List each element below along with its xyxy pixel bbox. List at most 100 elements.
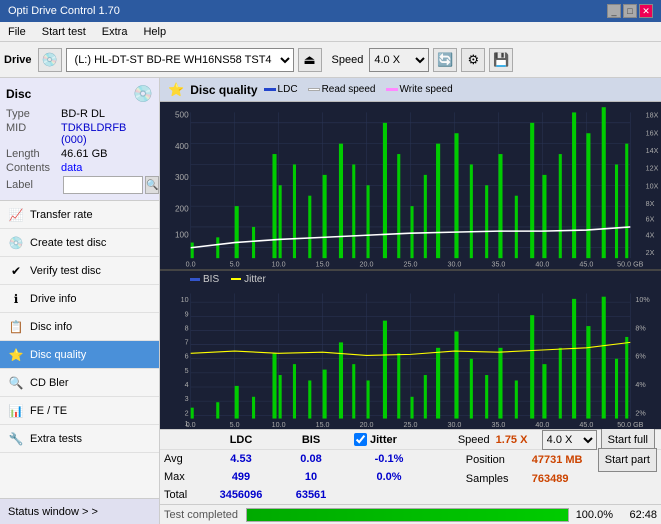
- minimize-button[interactable]: _: [607, 4, 621, 18]
- speed-label: Speed: [458, 434, 490, 446]
- app-title: Opti Drive Control 1.70: [8, 5, 120, 17]
- svg-text:5.0: 5.0: [230, 259, 240, 268]
- read-speed-legend-label: Read speed: [322, 84, 376, 95]
- sidebar-item-label: Verify test disc: [30, 265, 101, 277]
- refresh-button[interactable]: 🔄: [433, 48, 457, 72]
- stats-data-rows: Avg 4.53 0.08 -0.1% Max 499 10 0.0% To: [160, 450, 661, 504]
- total-row: Total 3456096 63561: [160, 486, 428, 504]
- chart2-header: BIS Jitter: [160, 270, 661, 288]
- svg-text:35.0: 35.0: [491, 420, 505, 429]
- jitter-legend-color: [231, 278, 241, 280]
- label-input[interactable]: [63, 176, 143, 194]
- svg-text:50.0 GB: 50.0 GB: [617, 420, 643, 429]
- maximize-button[interactable]: □: [623, 4, 637, 18]
- mid-value: TDKBLDRFB (000): [61, 122, 153, 146]
- svg-text:25.0: 25.0: [404, 259, 418, 268]
- svg-text:30.0: 30.0: [448, 420, 462, 429]
- svg-text:4%: 4%: [635, 379, 646, 388]
- sidebar-item-verify-test-disc[interactable]: ✔ Verify test disc: [0, 257, 159, 285]
- save-button[interactable]: 💾: [489, 48, 513, 72]
- sidebar-item-label: Disc info: [30, 321, 72, 333]
- sidebar-item-fe-te[interactable]: 📊 FE / TE: [0, 397, 159, 425]
- start-part-button[interactable]: Start part: [598, 448, 657, 472]
- status-window[interactable]: Status window > >: [0, 498, 159, 524]
- svg-text:10: 10: [181, 295, 189, 304]
- transfer-rate-icon: 📈: [8, 207, 24, 223]
- sidebar-item-disc-info[interactable]: 📋 Disc info: [0, 313, 159, 341]
- sidebar-item-label: Extra tests: [30, 433, 82, 445]
- svg-text:200: 200: [175, 204, 189, 213]
- stats-panel: LDC BIS Jitter Speed 1.75 X 4.0 X Start …: [160, 429, 661, 504]
- drive-info-icon: ℹ: [8, 291, 24, 307]
- speed-select[interactable]: 4.0 X: [542, 430, 597, 450]
- svg-text:15.0: 15.0: [316, 259, 330, 268]
- menu-help[interactable]: Help: [139, 25, 170, 39]
- svg-text:2X: 2X: [646, 248, 655, 257]
- sidebar-item-cd-bler[interactable]: 🔍 CD Bler: [0, 369, 159, 397]
- svg-text:20.0: 20.0: [360, 420, 374, 429]
- eject-button[interactable]: ⏏: [298, 48, 322, 72]
- content-area: ⭐ Disc quality LDC Read speed Write spee…: [160, 78, 661, 524]
- avg-ldc: 4.53: [206, 453, 276, 465]
- bis-chart: 10 9 8 7 6 5 4 3 2 1 10% 8% 6% 4% 2%: [160, 288, 661, 429]
- titlebar: Opti Drive Control 1.70 _ □ ✕: [0, 0, 661, 22]
- disc-header: Disc 💿: [6, 84, 153, 104]
- sidebar-item-label: Disc quality: [30, 349, 86, 361]
- settings-button[interactable]: ⚙: [461, 48, 485, 72]
- svg-text:5: 5: [185, 365, 189, 374]
- speed-label: Speed: [332, 54, 364, 66]
- menu-file[interactable]: File: [4, 25, 30, 39]
- svg-text:4X: 4X: [646, 230, 655, 239]
- speed-value: 1.75 X: [496, 434, 536, 446]
- sidebar: Disc 💿 Type BD-R DL MID TDKBLDRFB (000) …: [0, 78, 160, 524]
- menu-extra[interactable]: Extra: [98, 25, 132, 39]
- disc-title: Disc: [6, 87, 31, 101]
- svg-text:45.0: 45.0: [579, 259, 593, 268]
- drive-select[interactable]: (L:) HL-DT-ST BD-RE WH16NS58 TST4: [66, 48, 294, 72]
- svg-text:400: 400: [175, 142, 189, 151]
- bis-legend-label: BIS: [203, 274, 219, 285]
- svg-text:2%: 2%: [635, 408, 646, 417]
- label-button[interactable]: 🔍: [145, 176, 159, 194]
- jitter-checkbox[interactable]: [354, 433, 367, 446]
- avg-jitter: -0.1%: [354, 453, 424, 465]
- svg-text:35.0: 35.0: [491, 259, 505, 268]
- drive-label: Drive: [4, 54, 32, 66]
- svg-text:500: 500: [175, 111, 189, 120]
- svg-text:6%: 6%: [635, 351, 646, 360]
- ldc-chart-svg: 500 400 300 200 100 18X 16X 14X 12X 10X …: [160, 102, 661, 269]
- max-ldc: 499: [206, 471, 276, 483]
- write-speed-legend-color: [386, 88, 398, 91]
- speed-select[interactable]: 4.0 X: [369, 48, 429, 72]
- svg-text:8%: 8%: [635, 323, 646, 332]
- bis-legend: BIS: [190, 274, 219, 285]
- disc-panel: Disc 💿 Type BD-R DL MID TDKBLDRFB (000) …: [0, 78, 159, 201]
- close-button[interactable]: ✕: [639, 4, 653, 18]
- progress-time: 62:48: [617, 509, 657, 521]
- avg-bis: 0.08: [276, 453, 346, 465]
- menu-start-test[interactable]: Start test: [38, 25, 90, 39]
- sidebar-item-disc-quality[interactable]: ⭐ Disc quality: [0, 341, 159, 369]
- disc-icon: 💿: [133, 84, 153, 104]
- svg-text:25.0: 25.0: [404, 420, 418, 429]
- svg-text:0.0: 0.0: [186, 259, 196, 268]
- label-label: Label: [6, 179, 61, 191]
- ldc-legend-color: [264, 88, 276, 91]
- svg-text:10.0: 10.0: [272, 420, 286, 429]
- avg-label: Avg: [164, 453, 206, 465]
- samples-row: Samples 763489: [466, 470, 657, 488]
- position-panel: Position 47731 MB Start part Samples 763…: [462, 450, 661, 504]
- sidebar-item-create-test-disc[interactable]: 💿 Create test disc: [0, 229, 159, 257]
- sidebar-item-drive-info[interactable]: ℹ Drive info: [0, 285, 159, 313]
- content-header: ⭐ Disc quality LDC Read speed Write spee…: [160, 78, 661, 102]
- drive-icon-button[interactable]: 💿: [38, 48, 62, 72]
- svg-text:6: 6: [185, 351, 189, 360]
- sidebar-item-transfer-rate[interactable]: 📈 Transfer rate: [0, 201, 159, 229]
- charts-area: 500 400 300 200 100 18X 16X 14X 12X 10X …: [160, 102, 661, 429]
- disc-length-row: Length 46.61 GB: [6, 148, 153, 160]
- disc-mid-row: MID TDKBLDRFB (000): [6, 122, 153, 146]
- sidebar-item-extra-tests[interactable]: 🔧 Extra tests: [0, 425, 159, 453]
- svg-text:30.0: 30.0: [447, 259, 461, 268]
- stats-left: Avg 4.53 0.08 -0.1% Max 499 10 0.0% To: [160, 450, 428, 504]
- disc-type-row: Type BD-R DL: [6, 108, 153, 120]
